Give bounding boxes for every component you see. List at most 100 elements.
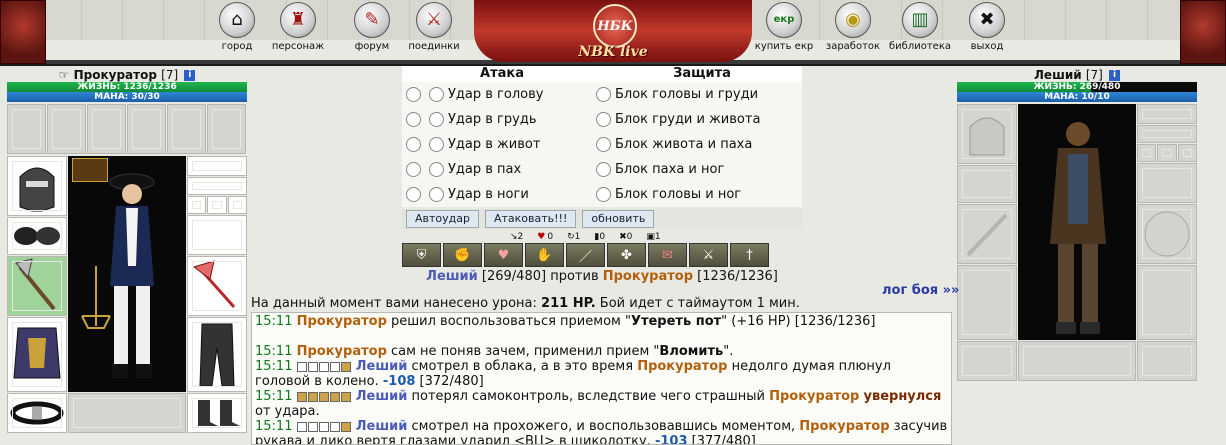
attack-radio-2[interactable]	[429, 162, 444, 177]
gloves-slot[interactable]	[957, 165, 1017, 203]
site-logo[interactable]: НБК NBK live	[474, 0, 752, 62]
leggings-slot[interactable]	[187, 317, 247, 392]
belt-slot[interactable]	[7, 393, 67, 433]
empty-slot[interactable]	[167, 104, 206, 154]
empty-slot[interactable]	[207, 104, 246, 154]
top-navigation-bar: ⌂ город ♜ персонаж ✎ форум ⚔ поединки НБ…	[0, 0, 1226, 66]
info-icon[interactable]: i	[1109, 70, 1121, 81]
armor-slot[interactable]	[7, 317, 67, 392]
belt-slot[interactable]	[957, 341, 1017, 381]
dagger-trick-icon[interactable]: †	[730, 243, 769, 267]
gloves-trick-icon[interactable]: ✤	[607, 243, 646, 267]
attack-radio-1[interactable]	[406, 137, 421, 152]
empty-slot[interactable]	[47, 104, 86, 154]
gloves-slot[interactable]	[7, 217, 67, 255]
empty-slot[interactable]	[127, 104, 166, 154]
helmet-slot[interactable]	[957, 104, 1017, 164]
nav-exit-button[interactable]: ✖ выход	[955, 2, 1019, 52]
nav-library-button[interactable]: ▥ библиотека	[888, 2, 952, 52]
house-icon: ⌂	[219, 2, 255, 38]
logo-title: NBK live	[578, 44, 648, 60]
player-level: [7]	[161, 68, 179, 82]
ring-slot[interactable]	[1137, 144, 1157, 162]
hand-trick-icon[interactable]: ✋	[525, 243, 564, 267]
boots-slot[interactable]	[1137, 341, 1197, 381]
ring-slot[interactable]	[207, 196, 227, 214]
helmet-icon	[19, 167, 55, 212]
shield-trick-icon[interactable]: ⛨	[402, 243, 441, 267]
attack-radio-2[interactable]	[429, 112, 444, 127]
ring-slot[interactable]	[227, 196, 247, 214]
offhand-slot[interactable]	[187, 256, 247, 316]
nav-buy-ekr-button[interactable]: екр купить екр	[752, 2, 816, 52]
log-entry: 15:11 Леший смотрел на прохожего, и восп…	[255, 419, 948, 445]
attack-header: Атака	[480, 66, 524, 81]
player-name-line: Леший [7] i	[957, 68, 1197, 82]
rings-row	[187, 196, 247, 214]
attack-radio-1[interactable]	[406, 162, 421, 177]
attack-radio-2[interactable]	[429, 137, 444, 152]
player-level: [7]	[1085, 68, 1103, 82]
helmet-slot[interactable]	[7, 156, 67, 216]
equipment-area	[7, 156, 247, 436]
attack-defense-header: Атака Защита	[402, 66, 802, 82]
mana-bar: МАНА: 30/30	[7, 92, 247, 102]
auto-attack-button[interactable]: Автоудар	[406, 210, 479, 228]
boots-slot[interactable]	[187, 393, 247, 433]
bracers-slot[interactable]	[187, 215, 247, 255]
block-radio[interactable]	[596, 87, 611, 102]
player-name[interactable]: Леший	[1034, 68, 1082, 82]
battle-log: 15:11 Прокуратор решил воспользоваться п…	[251, 312, 952, 445]
sword-trick-icon[interactable]: ⚔	[689, 243, 728, 267]
ring-slot[interactable]	[1157, 144, 1177, 162]
self-name[interactable]: Прокуратор	[603, 269, 693, 284]
nav-forum-button[interactable]: ✎ форум	[340, 2, 404, 52]
emblem-slot	[1018, 341, 1136, 381]
feather-pen-icon: ✎	[354, 2, 390, 38]
nav-duels-button[interactable]: ⚔ поединки	[402, 2, 466, 52]
weapon-slot[interactable]	[7, 256, 67, 316]
earrings-slot[interactable]	[1137, 104, 1197, 124]
battle-log-link[interactable]: лог боя »»	[882, 283, 959, 298]
health-bar: ЖИЗНЬ: 1236/1236	[7, 82, 247, 92]
block-radio[interactable]	[596, 137, 611, 152]
attack-radio-2[interactable]	[429, 187, 444, 202]
block-stat: ▮0	[594, 232, 606, 242]
bracers-slot[interactable]	[1137, 163, 1197, 203]
scroll-trick-icon[interactable]: ✉	[648, 243, 687, 267]
hits-stat: ↘2	[510, 232, 524, 242]
ring-slot[interactable]	[187, 196, 207, 214]
armor-slot[interactable]	[957, 265, 1017, 340]
attack-radio-1[interactable]	[406, 87, 421, 102]
log-entry: 15:11 Прокуратор сам не поняв зачем, при…	[255, 344, 734, 359]
nav-earnings-button[interactable]: ◉ заработок	[821, 2, 885, 52]
info-icon[interactable]: i	[184, 70, 196, 81]
weapon-slot[interactable]	[957, 204, 1017, 264]
effect-badge[interactable]	[72, 158, 108, 182]
earrings-slot[interactable]	[187, 156, 247, 176]
empty-slot[interactable]	[7, 104, 46, 154]
shield-slot[interactable]	[1137, 204, 1197, 264]
necklace-slot[interactable]	[187, 177, 247, 195]
heart-trick-icon[interactable]: ♥	[484, 243, 523, 267]
attack-radio-2[interactable]	[429, 87, 444, 102]
character-figure	[68, 156, 186, 392]
nav-city-button[interactable]: ⌂ город	[205, 2, 269, 52]
blade-trick-icon[interactable]: ／	[566, 243, 605, 267]
block-radio[interactable]	[596, 112, 611, 127]
attack-radio-1[interactable]	[406, 112, 421, 127]
necklace-slot[interactable]	[1137, 125, 1197, 143]
attack-radio-1[interactable]	[406, 187, 421, 202]
player-name[interactable]: Прокуратор	[74, 68, 157, 82]
nav-character-button[interactable]: ♜ персонаж	[266, 2, 330, 52]
coin-stack-icon: ◉	[835, 2, 871, 38]
fist-trick-icon[interactable]: ✊	[443, 243, 482, 267]
ring-slot[interactable]	[1177, 144, 1197, 162]
attack-button[interactable]: Атаковать!!!	[484, 210, 577, 228]
empty-slot[interactable]	[87, 104, 126, 154]
leggings-slot[interactable]	[1137, 265, 1197, 340]
refresh-button[interactable]: обновить	[582, 210, 655, 228]
opponent-name[interactable]: Леший	[426, 269, 478, 284]
block-radio[interactable]	[596, 162, 611, 177]
block-radio[interactable]	[596, 187, 611, 202]
